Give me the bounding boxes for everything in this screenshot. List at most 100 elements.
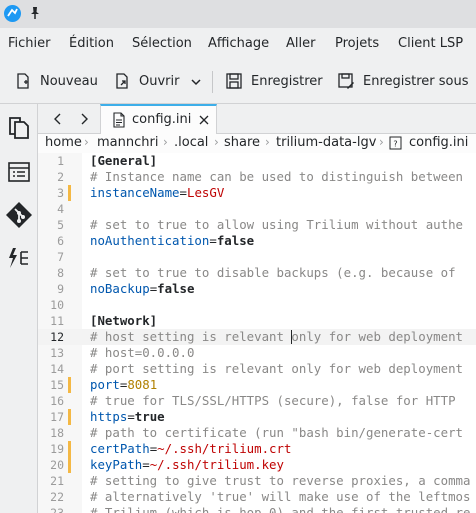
code-line[interactable]: 22 # alternatively 'true' will make use o…: [38, 489, 476, 505]
toolbar-separator: [212, 71, 213, 93]
code-line[interactable]: 15 port=8081: [38, 377, 476, 393]
menu-edit[interactable]: Édition: [69, 36, 114, 51]
code-text: # path to certificate (run "bash bin/gen…: [90, 425, 463, 440]
menu-lsp-client[interactable]: Client LSP: [398, 36, 463, 51]
line-number: 4: [57, 202, 64, 216]
line-number: 15: [50, 378, 64, 392]
save-as-button-label: Enregistrer sous: [363, 73, 469, 89]
forward-arrow-icon[interactable]: [76, 111, 92, 127]
code-line[interactable]: 11 [Network]: [38, 313, 476, 329]
code-text: noAuthentication=false: [90, 233, 255, 248]
line-number: 1: [57, 154, 64, 168]
save-as-button[interactable]: Enregistrer sous: [337, 69, 469, 93]
text-cursor: [291, 330, 293, 344]
code-line[interactable]: 19 certPath=~/.ssh/trilium.crt: [38, 441, 476, 457]
modified-line-marker: [68, 441, 71, 457]
breadcrumb-user[interactable]: mannchri: [97, 135, 158, 150]
code-line[interactable]: 16 # true for TLS/SSL/HTTPS (secure), fal…: [38, 393, 476, 409]
code-text: # port setting is relevant only for web …: [90, 361, 463, 376]
breadcrumb-share[interactable]: share: [224, 135, 260, 150]
code-line[interactable]: 18 # path to certificate (run "bash bin/g…: [38, 425, 476, 441]
close-icon[interactable]: [198, 114, 210, 126]
line-number: 17: [50, 410, 64, 424]
pin-icon[interactable]: [27, 5, 43, 21]
code-line[interactable]: 14 # port setting is relevant only for we…: [38, 361, 476, 377]
menu-bar: Fichier Édition Sélection Affichage Alle…: [0, 28, 476, 59]
code-text: noBackup=false: [90, 281, 195, 296]
modified-line-marker: [68, 409, 71, 425]
modified-line-marker: [68, 457, 71, 473]
save-icon: [226, 73, 242, 89]
line-number: 16: [50, 394, 64, 408]
code-text: # Instance name can be used to distingui…: [90, 169, 463, 184]
code-line[interactable]: 23 # Trilium (which is hop 0) and the fir…: [38, 505, 476, 513]
open-button[interactable]: Ouvrir: [113, 69, 179, 93]
menu-go[interactable]: Aller: [286, 36, 315, 51]
documents-icon[interactable]: [5, 112, 33, 140]
code-line[interactable]: 3 instanceName=LesGV: [38, 185, 476, 201]
code-line[interactable]: 21 # setting to give trust to reverse pro…: [38, 473, 476, 489]
breadcrumb-trilium[interactable]: trilium-data-lgv: [276, 135, 376, 150]
modified-line-marker: [68, 185, 71, 201]
open-button-label: Ouvrir: [139, 73, 180, 89]
line-number: 19: [50, 442, 64, 456]
build-plugin-icon[interactable]: [5, 244, 33, 272]
file-icon: [113, 112, 125, 128]
line-number: 6: [57, 234, 64, 248]
line-number: 10: [50, 298, 64, 312]
chevron-right-icon: ›: [214, 135, 219, 149]
back-arrow-icon[interactable]: [50, 111, 66, 127]
breadcrumb-local[interactable]: .local: [174, 135, 208, 150]
save-button[interactable]: Enregistrer: [225, 69, 323, 93]
line-number: 23: [50, 506, 64, 513]
code-text: # set to true to disable backups (e.g. b…: [90, 265, 463, 280]
code-line[interactable]: 7: [38, 249, 476, 265]
code-line[interactable]: 12 # host setting is relevant only for we…: [38, 329, 476, 345]
kate-icon[interactable]: [4, 5, 21, 22]
code-line[interactable]: 9 noBackup=false: [38, 281, 476, 297]
breadcrumb-file[interactable]: config.ini: [409, 135, 468, 150]
line-number: 3: [57, 186, 64, 200]
line-number: 2: [57, 170, 64, 184]
new-button[interactable]: Nouveau: [14, 69, 98, 93]
code-line[interactable]: 10: [38, 297, 476, 313]
line-number: 14: [50, 362, 64, 376]
code-line[interactable]: 4: [38, 201, 476, 217]
modified-line-marker: [68, 377, 71, 393]
code-line[interactable]: 8 # set to true to disable backups (e.g. …: [38, 265, 476, 281]
line-number: 7: [57, 250, 64, 264]
new-button-label: Nouveau: [40, 73, 98, 89]
code-line[interactable]: 1 [General]: [38, 153, 476, 169]
menu-projects[interactable]: Projets: [335, 36, 379, 51]
code-text: certPath=~/.ssh/trilium.crt: [90, 441, 292, 456]
chevron-right-icon: ›: [265, 135, 270, 149]
code-line[interactable]: 13 # host=0.0.0.0: [38, 345, 476, 361]
line-number: 11: [50, 314, 64, 328]
code-line[interactable]: 2 # Instance name can be used to distingu…: [38, 169, 476, 185]
code-line[interactable]: 5 # set to true to allow using Trilium wi…: [38, 217, 476, 233]
left-sidebar: [0, 104, 38, 513]
save-as-icon: [338, 73, 354, 89]
code-text: # true for TLS/SSL/HTTPS (secure), false…: [90, 393, 463, 408]
line-number: 9: [57, 282, 64, 296]
breadcrumb-home[interactable]: home: [45, 135, 82, 150]
tab-label: config.ini: [132, 112, 192, 127]
chevron-down-icon[interactable]: [190, 76, 202, 88]
menu-view[interactable]: Affichage: [208, 36, 269, 51]
code-text: # setting to give trust to reverse proxi…: [90, 473, 471, 488]
line-number: 22: [50, 490, 64, 504]
code-text: # Trilium (which is hop 0) and the first…: [90, 505, 471, 513]
code-text: # set to true to allow using Trilium wit…: [90, 217, 463, 232]
save-button-label: Enregistrer: [251, 73, 323, 89]
line-number: 12: [50, 330, 64, 344]
code-line[interactable]: 17 https=true: [38, 409, 476, 425]
code-line[interactable]: 6 noAuthentication=false: [38, 233, 476, 249]
code-editor[interactable]: 1 [General] 2 # Instance name can be used t…: [38, 153, 476, 513]
menu-file[interactable]: Fichier: [8, 36, 51, 51]
code-line[interactable]: 20 keyPath=~/.ssh/trilium.key: [38, 457, 476, 473]
tab-config-ini[interactable]: config.ini: [100, 104, 217, 134]
symbol-list-icon[interactable]: [5, 158, 33, 186]
git-icon[interactable]: [5, 201, 33, 229]
chevron-right-icon: ›: [163, 135, 168, 149]
menu-selection[interactable]: Sélection: [132, 36, 192, 51]
